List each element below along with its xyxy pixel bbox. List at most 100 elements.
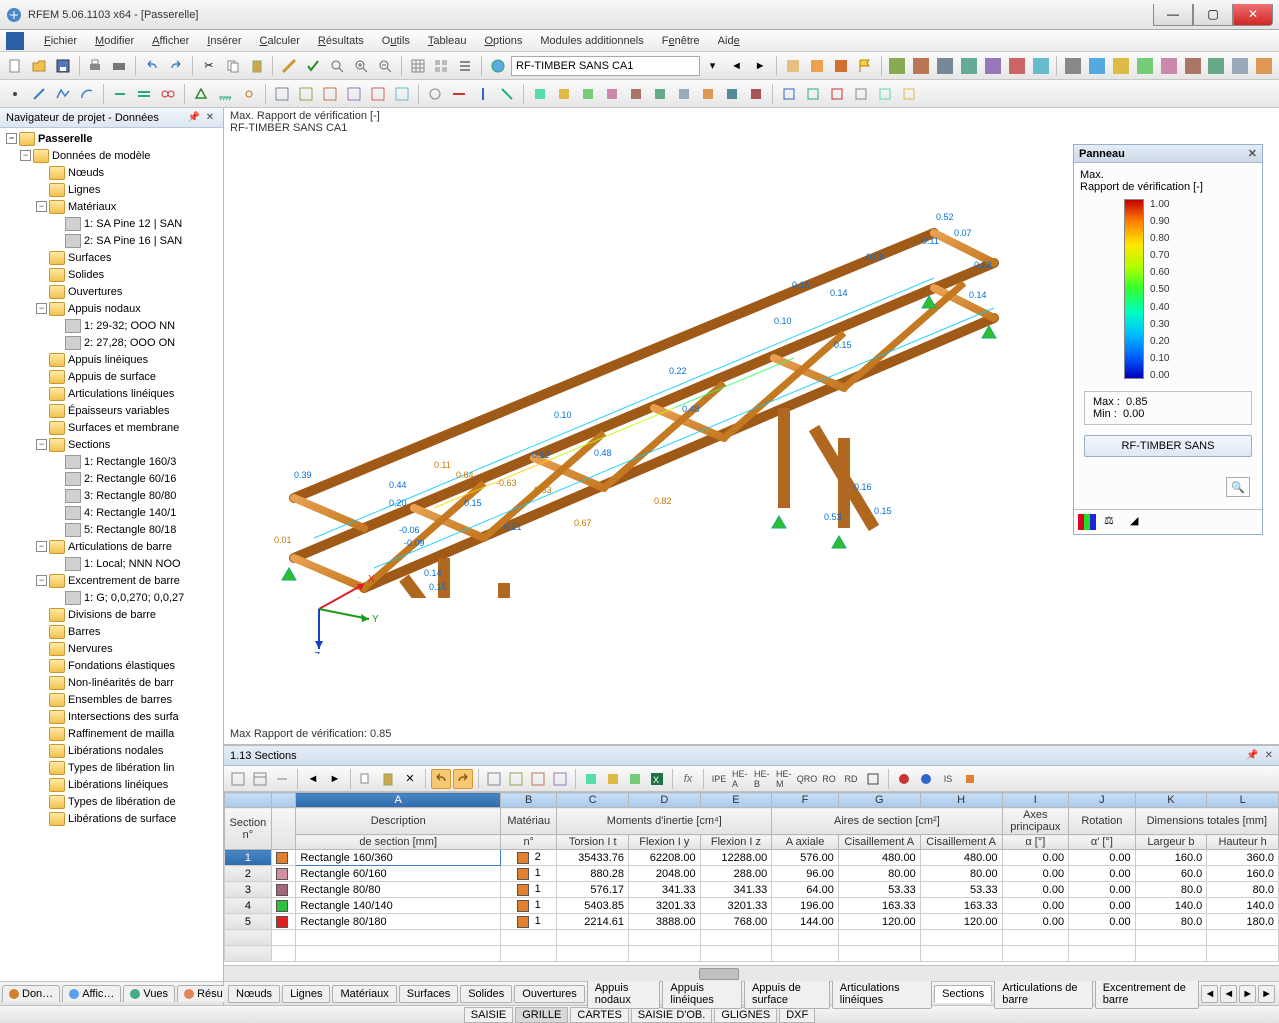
support-icon[interactable] [190, 83, 212, 105]
tree-folder[interactable]: −Matériaux [2, 198, 223, 215]
data-tab[interactable]: Appuis linéiques [662, 979, 742, 1009]
print-icon[interactable] [85, 55, 107, 77]
minimize-button[interactable]: — [1153, 4, 1193, 26]
data-tab[interactable]: Nœuds [228, 985, 280, 1003]
table-row[interactable]: 2Rectangle 60/160 1880.282048.00288.0096… [225, 866, 1279, 882]
tree-leaf[interactable]: 2: Rectangle 60/16 [2, 470, 223, 487]
tree-leaf[interactable]: Non-linéarités de barr [2, 674, 223, 691]
data-tab[interactable]: Sections [934, 985, 992, 1003]
tb2-icon-k[interactable] [529, 83, 551, 105]
point-tool-icon[interactable] [4, 83, 26, 105]
tree-leaf[interactable]: Lignes [2, 181, 223, 198]
coupling-icon[interactable] [157, 83, 179, 105]
search-icon[interactable] [326, 55, 348, 77]
data-tab[interactable]: Excentrement de barre [1095, 979, 1200, 1009]
sec-tb-copy[interactable] [356, 769, 376, 789]
tree-leaf[interactable]: Solides [2, 266, 223, 283]
menu-tableau[interactable]: Tableau [420, 33, 475, 49]
tree-leaf[interactable]: Nœuds [2, 164, 223, 181]
tree-leaf[interactable]: Types de libération de [2, 793, 223, 810]
mod-icon-16[interactable] [1253, 55, 1275, 77]
polyline-tool-icon[interactable] [52, 83, 74, 105]
tb2-icon-r[interactable] [697, 83, 719, 105]
mod-icon-5[interactable] [982, 55, 1004, 77]
sec-tb-f[interactable] [603, 769, 623, 789]
sec-tb-fx-icon[interactable]: fx [678, 769, 698, 789]
tree-leaf[interactable]: 1: Rectangle 160/3 [2, 453, 223, 470]
mod-icon-6[interactable] [1006, 55, 1028, 77]
sec-tb-excel-icon[interactable]: X [647, 769, 667, 789]
model-viewport[interactable]: Max. Rapport de vérification [-] RF-TIMB… [224, 108, 1279, 745]
sec-tb-section-4[interactable]: HE-M [775, 769, 795, 789]
status-toggle[interactable]: CARTES [570, 1007, 628, 1023]
tb2-icon-n[interactable] [601, 83, 623, 105]
tab-nav-icon[interactable]: ◄ [1220, 985, 1237, 1003]
sec-tb-mat-4[interactable] [960, 769, 980, 789]
save-icon[interactable] [52, 55, 74, 77]
sec-tb-mat-2[interactable] [916, 769, 936, 789]
data-tab[interactable]: Lignes [282, 985, 330, 1003]
sec-tb-mat-3[interactable]: IS [938, 769, 958, 789]
prev-case-icon[interactable]: ◄ [725, 55, 747, 77]
data-tab[interactable]: Surfaces [399, 985, 458, 1003]
sec-tb-paste[interactable] [378, 769, 398, 789]
flag-icon[interactable] [854, 55, 876, 77]
tree-leaf[interactable]: 2: SA Pine 16 | SAN [2, 232, 223, 249]
mod-icon-4[interactable] [958, 55, 980, 77]
menu-modifier[interactable]: Modifier [87, 33, 142, 49]
tree-leaf[interactable]: 1: SA Pine 12 | SAN [2, 215, 223, 232]
measure-icon[interactable] [278, 55, 300, 77]
tb2-icon-q[interactable] [673, 83, 695, 105]
table-row[interactable]: 1Rectangle 160/360 235433.7662208.001228… [225, 850, 1279, 866]
table-view-icon[interactable] [407, 55, 429, 77]
menu-options[interactable]: Options [476, 33, 530, 49]
mod-icon-1[interactable] [887, 55, 909, 77]
globe-icon[interactable] [487, 55, 509, 77]
tree-leaf[interactable]: Raffinement de mailla [2, 725, 223, 742]
tb2-icon-w[interactable] [826, 83, 848, 105]
sections-table[interactable]: ABCDEFGHIJKLSectionn°DescriptionMatériau… [224, 792, 1279, 962]
table-row[interactable]: 5Rectangle 80/180 12214.613888.00768.001… [225, 914, 1279, 930]
tree-folder[interactable]: −Sections [2, 436, 223, 453]
sec-tb-d[interactable] [550, 769, 570, 789]
data-tab[interactable]: Matériaux [332, 985, 396, 1003]
mod-icon-2[interactable] [910, 55, 932, 77]
sec-tb-section-2[interactable]: HE-A [731, 769, 751, 789]
printer-icon[interactable] [108, 55, 130, 77]
data-tab[interactable]: Solides [460, 985, 512, 1003]
pin-icon[interactable]: 📌 [187, 111, 201, 125]
status-toggle[interactable]: GLIGNES [714, 1007, 777, 1023]
tb2-icon-v[interactable] [802, 83, 824, 105]
menu-fenetre[interactable]: Fenêtre [654, 33, 708, 49]
tb2-icon-e[interactable] [367, 83, 389, 105]
copy-icon[interactable] [222, 55, 244, 77]
panel-tab-filter-icon[interactable]: ◢ [1130, 514, 1148, 530]
status-toggle[interactable]: GRILLE [515, 1007, 568, 1023]
tree-leaf[interactable]: Libérations de surface [2, 810, 223, 827]
tb2-icon-i[interactable] [472, 83, 494, 105]
menu-afficher[interactable]: Afficher [144, 33, 197, 49]
table-row[interactable]: 3Rectangle 80/80 1576.17341.33341.3364.0… [225, 882, 1279, 898]
tb2-icon-z[interactable] [898, 83, 920, 105]
tree-leaf[interactable]: Types de libération lin [2, 759, 223, 776]
sec-tb-next[interactable]: ► [325, 769, 345, 789]
data-tab[interactable]: Articulations linéiques [832, 979, 932, 1009]
sec-tb-undo[interactable] [431, 769, 451, 789]
mod-icon-11[interactable] [1134, 55, 1156, 77]
menu-inserer[interactable]: Insérer [199, 33, 249, 49]
menu-aide[interactable]: Aide [710, 33, 748, 49]
status-toggle[interactable]: DXF [779, 1007, 815, 1023]
tree-leaf[interactable]: Divisions de barre [2, 606, 223, 623]
panel-zoom-icon[interactable]: 🔍 [1226, 477, 1250, 497]
tree-leaf[interactable]: 4: Rectangle 140/1 [2, 504, 223, 521]
table-row[interactable]: 4Rectangle 140/140 15403.853201.333201.3… [225, 898, 1279, 914]
tree-leaf[interactable]: Appuis de surface [2, 368, 223, 385]
sec-tb-b[interactable] [506, 769, 526, 789]
tb2-icon-x[interactable] [850, 83, 872, 105]
data-tab[interactable]: Appuis de surface [744, 979, 830, 1009]
tb2-icon-b[interactable] [295, 83, 317, 105]
zoom-out-icon[interactable] [374, 55, 396, 77]
tree-leaf[interactable]: 1: G; 0,0,270; 0,0,27 [2, 589, 223, 606]
panel-tab-color-icon[interactable] [1078, 514, 1096, 530]
sections-close-icon[interactable]: ✕ [1265, 750, 1273, 761]
